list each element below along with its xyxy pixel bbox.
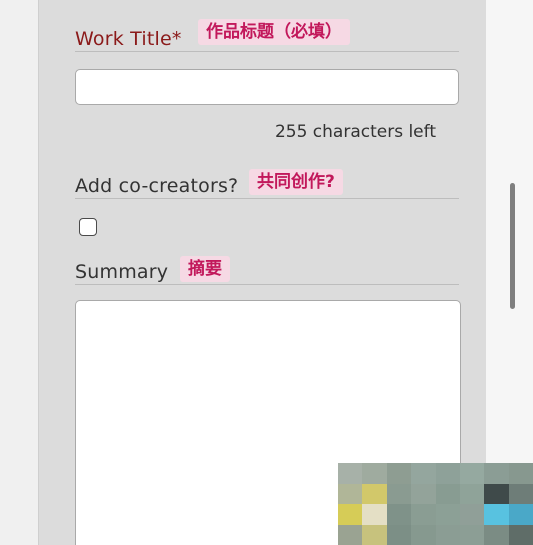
vertical-scrollbar[interactable] xyxy=(510,183,515,309)
summary-divider xyxy=(75,284,459,285)
work-title-label: Work Title* xyxy=(75,28,182,50)
page: Work Title* 作品标题（必填） 255 characters left… xyxy=(0,0,533,545)
summary-label: Summary xyxy=(75,261,169,283)
work-title-divider xyxy=(75,51,459,52)
co-creators-label: Add co-creators? xyxy=(75,175,239,197)
work-title-input[interactable] xyxy=(75,69,459,105)
co-creators-checkbox[interactable] xyxy=(79,218,97,236)
co-creators-divider xyxy=(75,198,459,199)
pixelated-redaction xyxy=(338,463,533,545)
work-title-translation-tag: 作品标题（必填） xyxy=(198,19,350,45)
work-title-char-counter: 255 characters left xyxy=(274,122,436,142)
co-creators-translation-tag: 共同创作? xyxy=(249,169,343,195)
left-margin xyxy=(0,0,38,545)
summary-translation-tag: 摘要 xyxy=(180,256,230,282)
